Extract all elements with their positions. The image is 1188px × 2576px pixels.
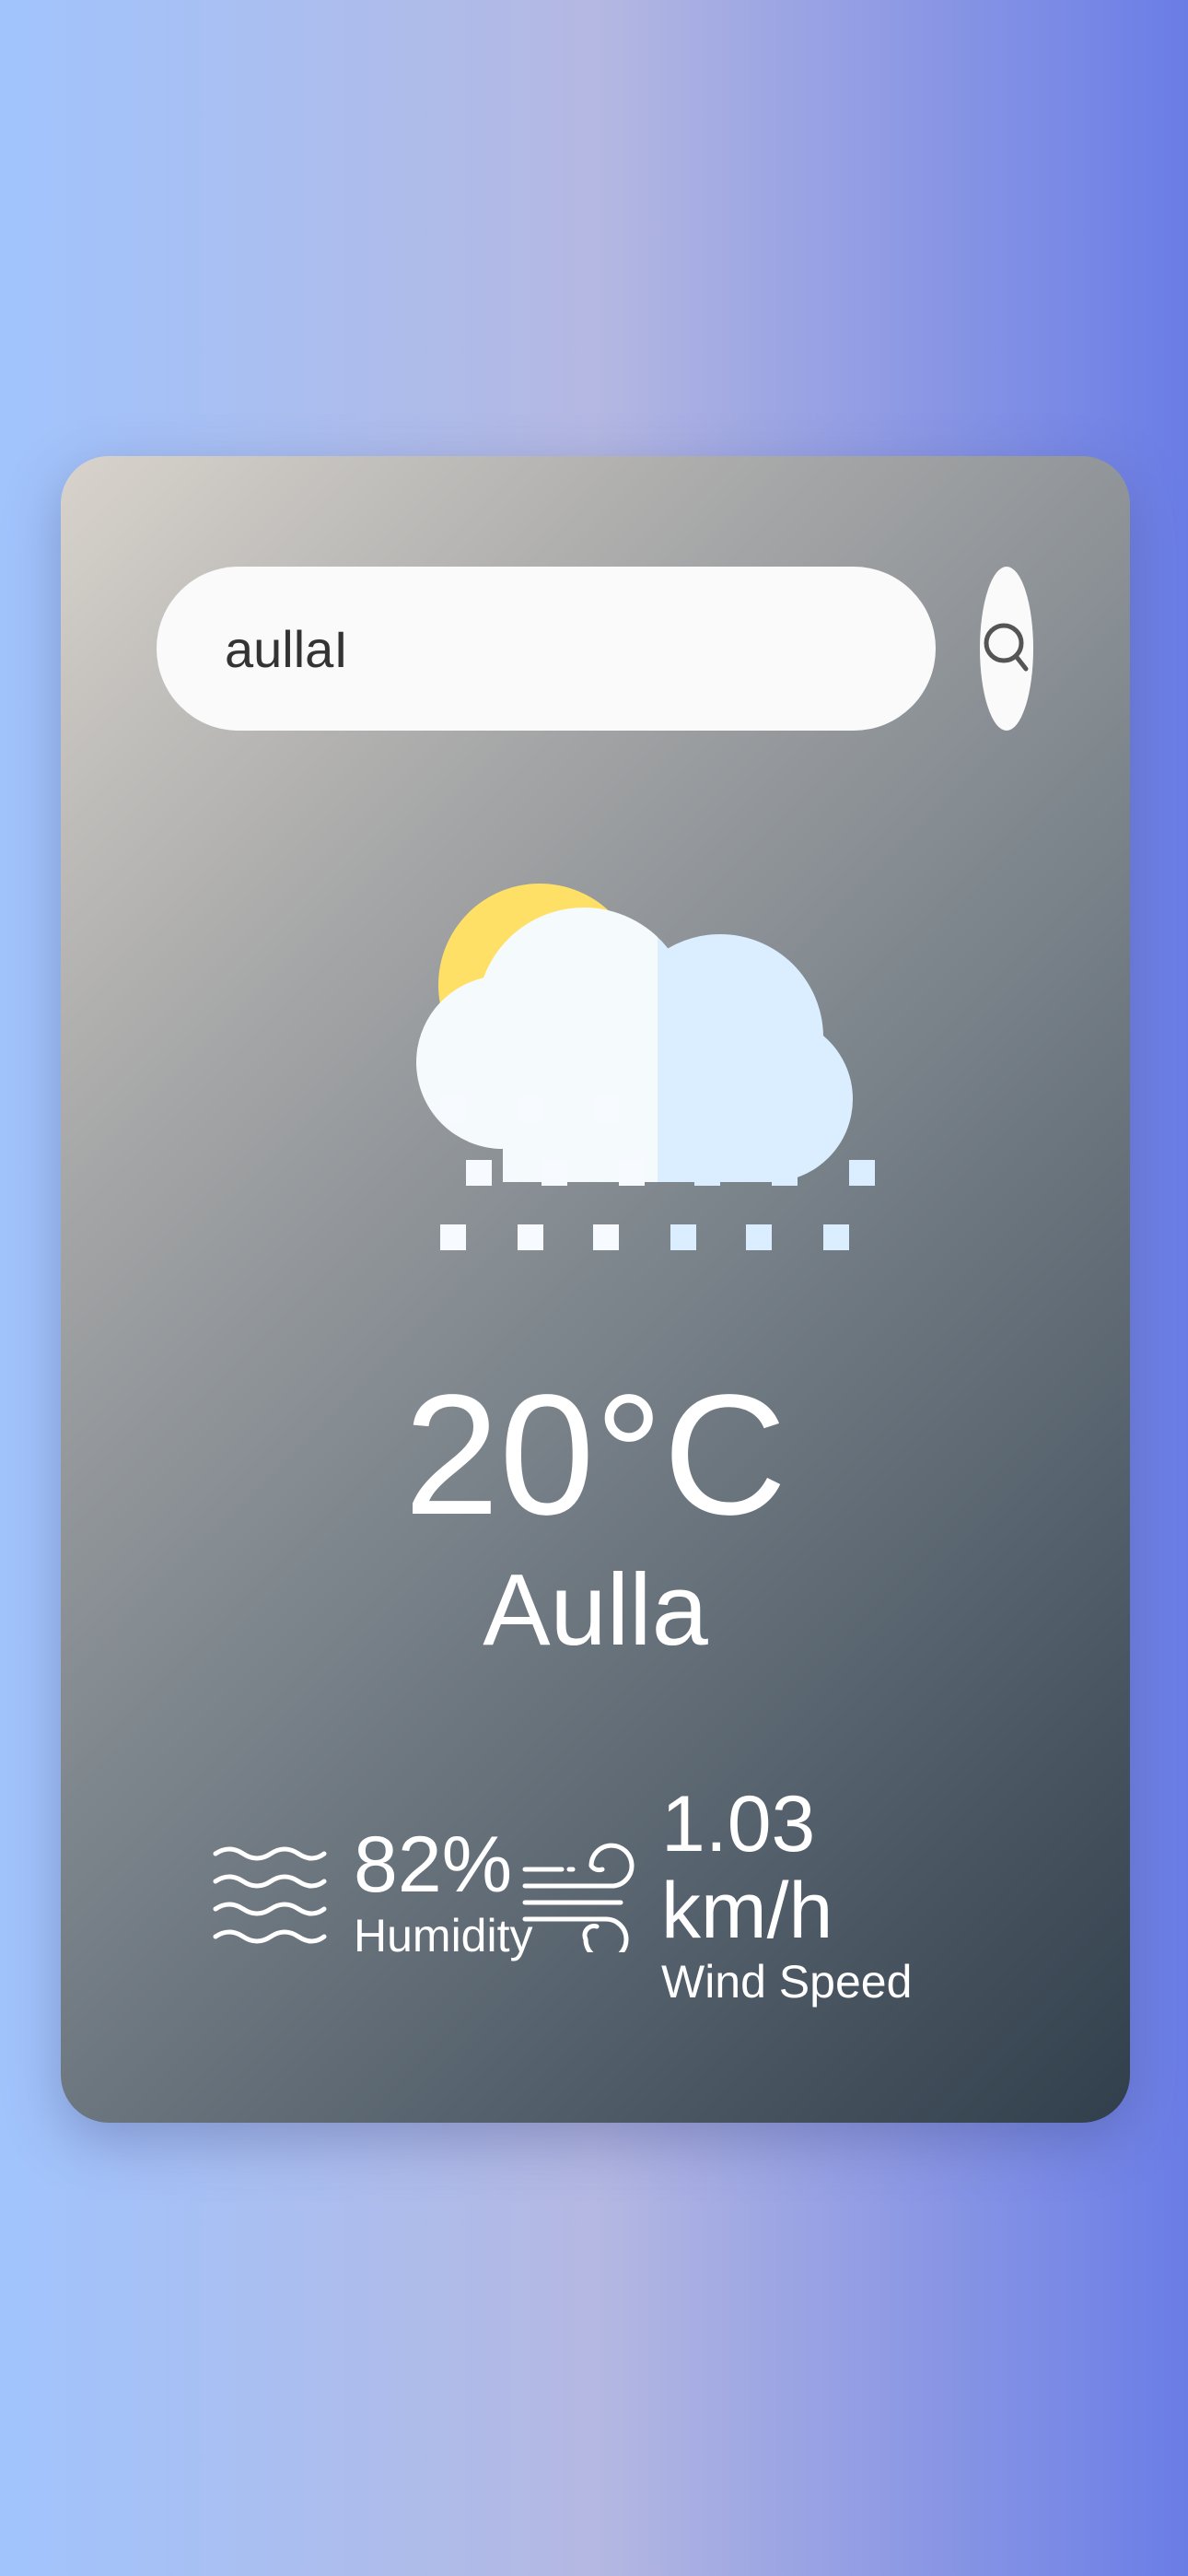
- weather-card: 20°C Aulla 82% Humidity 1: [61, 456, 1130, 2123]
- search-input[interactable]: [157, 567, 936, 731]
- humidity-stat: 82% Humidity: [212, 1821, 532, 1963]
- humidity-value: 82%: [354, 1821, 513, 1909]
- wind-speed-label: Wind Speed: [661, 1956, 913, 2008]
- search-button[interactable]: [980, 567, 1033, 731]
- wind-icon: [522, 1843, 635, 1952]
- city-name: Aulla: [483, 1553, 708, 1667]
- temperature: 20°C: [403, 1360, 787, 1551]
- wind-speed-value: 1.03 km/h: [661, 1780, 833, 1955]
- search-icon: [984, 623, 1029, 672]
- humidity-waves-icon: [213, 1846, 327, 1944]
- wind-stat: 1.03 km/h Wind Speed: [521, 1781, 912, 2009]
- search-bar: [157, 567, 936, 731]
- humidity-label: Humidity: [354, 1910, 533, 1961]
- sun-cloud-snow-icon: [372, 823, 888, 1279]
